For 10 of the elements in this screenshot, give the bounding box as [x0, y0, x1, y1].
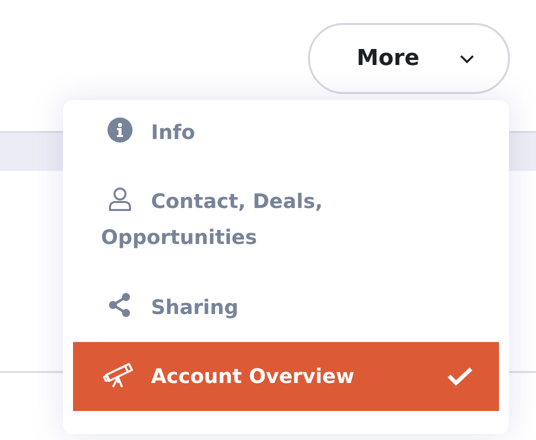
- menu-item[interactable]: Contact, Deals, Opportunities: [73, 166, 499, 272]
- menu-item[interactable]: Sharing: [73, 272, 499, 342]
- menu-item[interactable]: Info: [73, 114, 499, 166]
- info-icon: [107, 117, 133, 143]
- menu-item[interactable]: Account Overview: [73, 342, 499, 411]
- person-icon: [107, 186, 133, 212]
- check-icon: [447, 366, 473, 386]
- more-button[interactable]: More: [308, 23, 510, 94]
- chevron-down-icon: [459, 54, 476, 64]
- share-icon: [107, 292, 133, 318]
